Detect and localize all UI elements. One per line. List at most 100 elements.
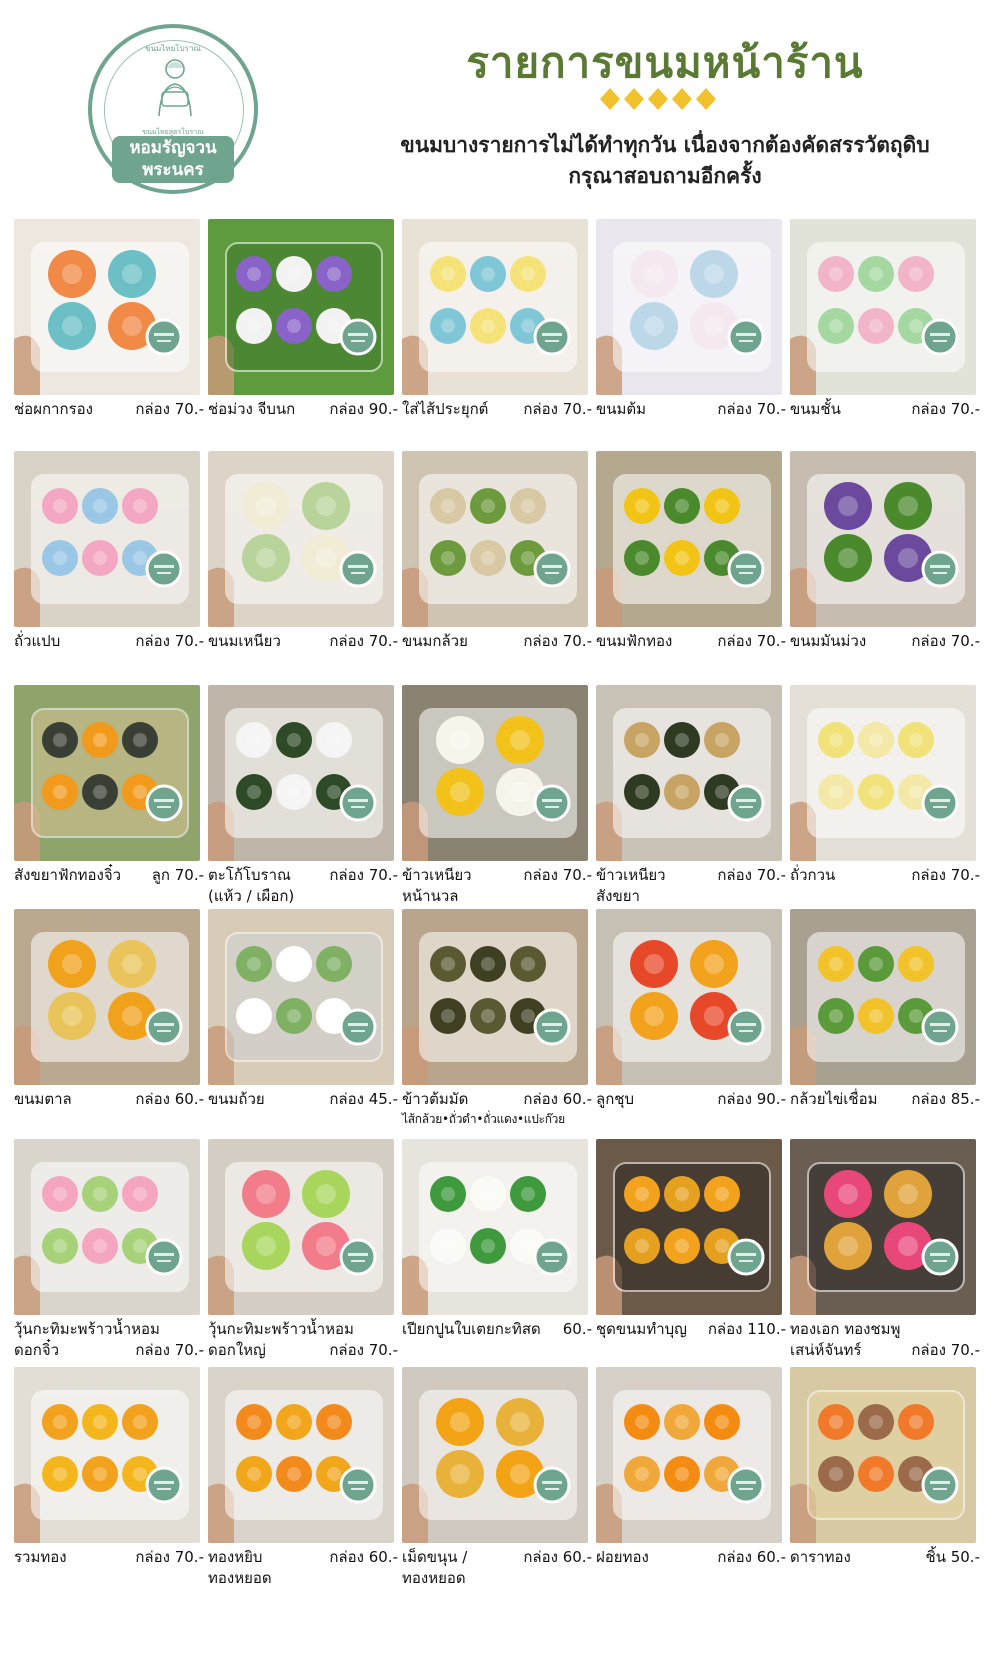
product-price: ชิ้น 50.- (925, 1548, 980, 1566)
product-name: ใส่ไส้ประยุกต์ (402, 400, 489, 418)
logo-banner: หอมรัญจวน พระนคร (112, 136, 234, 183)
product-photo-image (402, 1367, 588, 1543)
product-name: วุ้นกะทิมะพร้าวน้ำหอม (208, 1320, 354, 1338)
product-price: กล่อง 70.- (329, 632, 398, 650)
product-photo (596, 685, 782, 861)
product-name: ตะโก้โบราณ (208, 866, 291, 884)
product-name-line2: ทองหยอด (208, 1569, 272, 1587)
product-name-line2: หน้านวล (402, 887, 459, 905)
product-price: กล่อง 70.- (523, 632, 592, 650)
product-name: ช่อผกากรอง (14, 400, 93, 418)
product-name: วุ้นกะทิมะพร้าวน้ำหอม (14, 1320, 160, 1338)
product-price: กล่อง 70.- (135, 632, 204, 650)
product-photo-image (402, 685, 588, 861)
product-price: กล่อง 90.- (329, 400, 398, 418)
product-name: สังขยาฟักทองจิ๋ว (14, 866, 122, 884)
product-name-line2: ดอกจิ๋ว (14, 1341, 60, 1359)
product-photo-image (596, 1367, 782, 1543)
product-name: ฝอยทอง (596, 1548, 649, 1566)
product-photo (790, 451, 976, 627)
product-price: กล่อง 60.- (523, 1090, 592, 1108)
product-price: กล่อง 70.- (135, 1548, 204, 1566)
product-name: ขนมกล้วย (402, 632, 468, 650)
product-photo-image (14, 219, 200, 395)
product-name: ดาราทอง (790, 1548, 851, 1566)
product-photo (14, 685, 200, 861)
product-photo-image (14, 1139, 200, 1315)
subtitle-line2: กรุณาสอบถามอีกครั้ง (568, 164, 762, 188)
product-photo-image (14, 685, 200, 861)
product-photo-image (402, 219, 588, 395)
product-photo (596, 1139, 782, 1315)
product-photo-image (14, 1367, 200, 1543)
product-photo (596, 451, 782, 627)
product-photo-image (596, 451, 782, 627)
product-name: รวมทอง (14, 1548, 67, 1566)
product-price: กล่อง 70.- (329, 866, 398, 884)
product-photo-image (790, 1139, 976, 1315)
product-price: กล่อง 60.- (523, 1548, 592, 1566)
product-photo (596, 1367, 782, 1543)
product-name-line2: ดอกใหญ่ (208, 1341, 266, 1359)
product-price: กล่อง 110.- (707, 1320, 786, 1338)
lady-basket-icon (158, 59, 192, 117)
product-name: ขนมถ้วย (208, 1090, 265, 1108)
product-photo-image (790, 451, 976, 627)
product-photo (402, 909, 588, 1085)
product-price: กล่อง 85.- (911, 1090, 980, 1108)
product-photo-image (14, 909, 200, 1085)
product-price: กล่อง 60.- (717, 1548, 786, 1566)
product-name: ข้าวต้มมัด (402, 1090, 469, 1108)
product-note: ไส้กล้วย•ถั่วดำ•ถั่วแดง•แปะก๊วย (402, 1112, 565, 1126)
product-photo-image (596, 219, 782, 395)
product-name: ขนมเหนียว (208, 632, 281, 650)
product-price: กล่อง 70.- (523, 400, 592, 418)
product-name-line2: สังขยา (596, 887, 640, 905)
five-diamond-rating-icon (600, 88, 716, 110)
product-photo-image (790, 909, 976, 1085)
product-price: กล่อง 70.- (135, 1341, 204, 1359)
product-name-line2: เสน่ห์จันทร์ (790, 1341, 862, 1359)
product-price: กล่อง 70.- (329, 1341, 398, 1359)
product-price: กล่อง 70.- (135, 400, 204, 418)
product-photo-image (596, 1139, 782, 1315)
product-photo (402, 219, 588, 395)
product-photo (208, 685, 394, 861)
product-price: กล่อง 90.- (717, 1090, 786, 1108)
logo-name-line2: พระนคร (142, 160, 204, 180)
product-price: กล่อง 70.- (911, 1341, 980, 1359)
product-photo (14, 219, 200, 395)
product-name-line2: ทองหยอด (402, 1569, 466, 1587)
product-name: เม็ดขนุน / (402, 1548, 468, 1566)
page-subtitle: ขนมบางรายการไม่ได้ทำทุกวัน เนื่องจากต้อง… (370, 130, 960, 192)
product-name: ทองเอก ทองชมพู (790, 1320, 901, 1338)
product-price: 60.- (562, 1320, 592, 1338)
product-photo (208, 909, 394, 1085)
product-photo (402, 451, 588, 627)
product-name: เปียกปูนใบเตยกะทิสด (402, 1320, 541, 1338)
product-price: กล่อง 70.- (911, 866, 980, 884)
product-photo-image (790, 685, 976, 861)
product-photo (208, 219, 394, 395)
product-photo-image (790, 219, 976, 395)
product-name: ช่อม่วง จีบนก (208, 400, 296, 418)
product-name: ถั่วกวน (790, 866, 836, 884)
product-price: ลูก 70.- (151, 866, 204, 884)
product-name: กล้วยไข่เชื่อม (790, 1090, 878, 1108)
product-photo-image (208, 1367, 394, 1543)
product-name: ข้าวเหนียว (596, 866, 666, 884)
product-photo (596, 909, 782, 1085)
product-photo-image (402, 909, 588, 1085)
product-name: ลูกชุบ (596, 1090, 634, 1108)
product-name: ข้าวเหนียว (402, 866, 472, 884)
product-photo (402, 685, 588, 861)
logo-name-line1: หอมรัญจวน (129, 138, 217, 158)
product-photo-image (14, 451, 200, 627)
product-name: ขนมตาล (14, 1090, 72, 1108)
product-photo (790, 1139, 976, 1315)
product-name-line2: (แห้ว / เผือก) (208, 887, 295, 905)
product-photo (14, 1367, 200, 1543)
product-photo (208, 451, 394, 627)
product-price: กล่อง 45.- (329, 1090, 398, 1108)
product-photo (402, 1139, 588, 1315)
